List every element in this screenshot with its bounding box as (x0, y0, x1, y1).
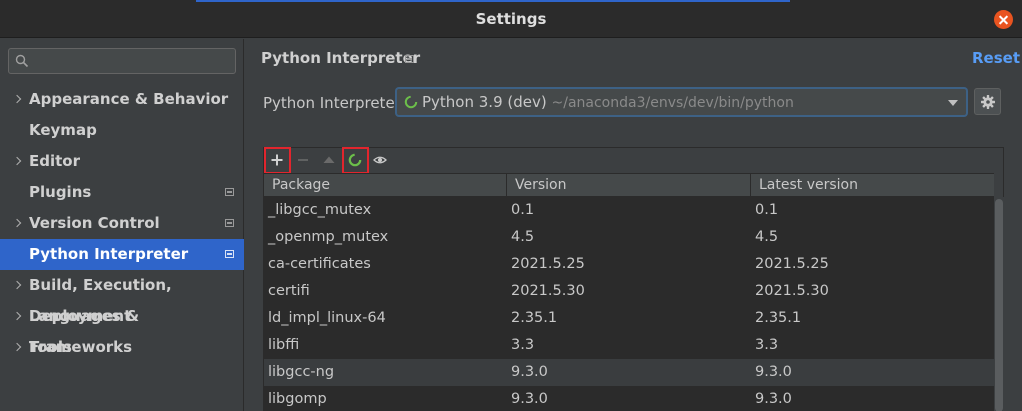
table-header: Package Version Latest version (264, 173, 994, 197)
gear-icon (981, 95, 995, 109)
show-early-releases-button[interactable] (368, 148, 392, 173)
latest-version-cell: 9.3.0 (755, 364, 792, 380)
chevron-right-icon[interactable] (12, 146, 24, 177)
table-row[interactable]: ld_impl_linux-64 2.35.1 2.35.1 (264, 305, 994, 332)
upgrade-package-button[interactable] (317, 148, 341, 173)
sidebar-item-version-control[interactable]: Version Control (0, 208, 244, 239)
latest-version-cell: 2021.5.30 (755, 283, 829, 299)
project-scope-icon (405, 55, 414, 63)
settings-nav: Appearance & Behavior Keymap Editor Plugins… (0, 84, 244, 363)
sidebar-item-python-interpreter[interactable]: Python Interpreter (0, 239, 244, 270)
reset-link[interactable]: Reset (972, 49, 1020, 67)
sidebar-item-label: Appearance & Behavior (29, 90, 229, 108)
latest-version-cell: 9.3.0 (755, 391, 792, 407)
minus-icon (298, 159, 308, 161)
sidebar-item-editor[interactable]: Editor (0, 146, 244, 177)
table-row[interactable]: libgomp 9.3.0 9.3.0 (264, 386, 994, 411)
package-name-cell: _libgcc_mutex (268, 202, 372, 218)
chevron-right-icon[interactable] (12, 270, 24, 301)
package-name-cell: ca-certificates (268, 256, 371, 272)
latest-version-cell: 4.5 (755, 229, 779, 245)
eye-icon (373, 156, 387, 164)
sidebar-item-label: Editor (29, 152, 80, 170)
interpreter-path: ~/anaconda3/envs/dev/bin/python (551, 95, 794, 111)
search-icon (15, 54, 29, 68)
settings-sidebar: Appearance & Behavior Keymap Editor Plugins… (0, 39, 244, 411)
chevron-right-icon[interactable] (12, 332, 24, 363)
interpreter-settings-button[interactable] (974, 88, 1001, 115)
table-row[interactable]: libgcc-ng 9.3.0 9.3.0 (264, 359, 994, 386)
main-panel: Python Interpreter Reset Python Interpre… (245, 39, 1022, 411)
package-name-cell: libffi (268, 337, 300, 353)
add-button-highlight (264, 147, 291, 174)
packages-toolbar (264, 147, 1003, 174)
sidebar-item-label: Tools (29, 338, 72, 356)
version-cell: 2.35.1 (511, 310, 558, 326)
latest-version-cell: 0.1 (755, 202, 779, 218)
package-name-cell: ld_impl_linux-64 (268, 310, 386, 326)
sidebar-item-label: Python Interpreter (29, 245, 189, 263)
interpreter-name: Python 3.9 (dev) (422, 93, 547, 111)
version-cell: 9.3.0 (511, 391, 548, 407)
packages-panel: Package Version Latest version _libgcc_m… (263, 147, 1004, 411)
project-scope-icon (225, 219, 234, 227)
table-row[interactable]: _libgcc_mutex 0.1 0.1 (264, 197, 994, 224)
column-header-version[interactable]: Version (507, 174, 751, 196)
version-cell: 2021.5.25 (511, 256, 585, 272)
latest-version-cell: 3.3 (755, 337, 779, 353)
column-header-latest-version[interactable]: Latest version (751, 174, 994, 196)
sidebar-item-keymap[interactable]: Keymap (0, 115, 244, 146)
vertical-scrollbar[interactable] (994, 197, 1004, 411)
version-cell: 3.3 (511, 337, 535, 353)
latest-version-cell: 2.35.1 (755, 310, 802, 326)
chevron-down-icon[interactable] (948, 100, 958, 106)
interpreter-select[interactable]: Python 3.9 (dev) ~/anaconda3/envs/dev/bi… (396, 88, 967, 116)
sidebar-item-label: Keymap (29, 121, 97, 139)
sidebar-item-label: Version Control (29, 214, 160, 232)
interpreter-label: Python Interpreter: (263, 94, 406, 112)
table-row[interactable]: libffi 3.3 3.3 (264, 332, 994, 359)
close-icon[interactable] (994, 10, 1013, 29)
sidebar-item-appearance-behavior[interactable]: Appearance & Behavior (0, 84, 244, 115)
refresh-button-highlight (342, 147, 369, 174)
sidebar-item-languages-frameworks[interactable]: Languages & Frameworks (0, 301, 244, 356)
sidebar-item-plugins[interactable]: Plugins (0, 177, 244, 208)
table-row[interactable]: certifi 2021.5.30 2021.5.30 (264, 278, 994, 305)
chevron-right-icon[interactable] (12, 301, 24, 332)
table-row[interactable]: _openmp_mutex 4.5 4.5 (264, 224, 994, 251)
table-row[interactable]: ca-certificates 2021.5.25 2021.5.25 (264, 251, 994, 278)
chevron-right-icon[interactable] (12, 84, 24, 115)
version-cell: 0.1 (511, 202, 535, 218)
package-name-cell: libgomp (268, 391, 327, 407)
latest-version-cell: 2021.5.25 (755, 256, 829, 272)
package-name-cell: certifi (268, 283, 310, 299)
search-input[interactable] (37, 51, 227, 71)
sidebar-item-label: Plugins (29, 183, 92, 201)
window-title: Settings (475, 10, 547, 28)
title-bar: Settings (0, 0, 1022, 38)
scrollbar-thumb[interactable] (995, 199, 1003, 411)
packages-table: _libgcc_mutex 0.1 0.1 _openmp_mutex 4.5 4.5 ca… (264, 197, 994, 411)
version-cell: 9.3.0 (511, 364, 548, 380)
project-scope-icon (225, 250, 234, 258)
loading-spinner-icon (404, 95, 418, 109)
column-header-package[interactable]: Package (264, 174, 507, 196)
chevron-right-icon[interactable] (12, 208, 24, 239)
sidebar-item-tools[interactable]: Tools (0, 332, 244, 363)
package-name-cell: libgcc-ng (268, 364, 335, 380)
page-title: Python Interpreter (261, 49, 421, 67)
uninstall-package-button[interactable] (291, 148, 315, 173)
sidebar-item-build-execution-deployment[interactable]: Build, Execution, Deployment (0, 270, 244, 325)
version-cell: 2021.5.30 (511, 283, 585, 299)
arrow-up-icon (323, 156, 335, 163)
project-scope-icon (225, 188, 234, 196)
search-box[interactable] (8, 48, 236, 74)
package-name-cell: _openmp_mutex (268, 229, 389, 245)
version-cell: 4.5 (511, 229, 535, 245)
